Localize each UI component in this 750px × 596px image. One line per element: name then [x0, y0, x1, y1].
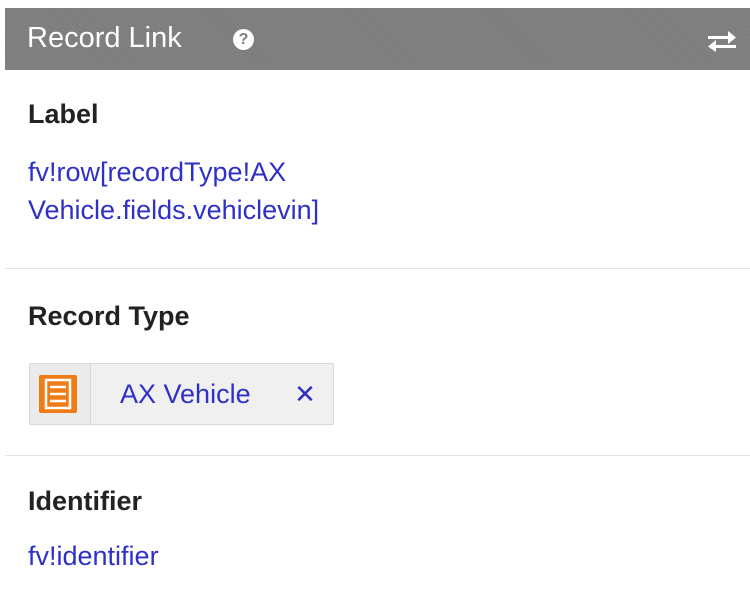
section-divider	[5, 268, 750, 269]
section-divider	[5, 455, 750, 456]
remove-record-type-icon[interactable]: ✕	[293, 380, 317, 408]
question-circle-icon[interactable]: ?	[233, 29, 254, 50]
record-type-section: Record Type	[28, 300, 750, 332]
header-title: Record Link	[27, 22, 182, 54]
swap-arrows-icon[interactable]	[706, 30, 738, 52]
record-type-chip[interactable]: AX Vehicle ✕	[29, 363, 334, 425]
identifier-expression[interactable]: fv!identifier	[28, 537, 750, 575]
label-expression-line2[interactable]: Vehicle.fields.vehiclevin]	[28, 191, 750, 229]
label-expression-line1[interactable]: fv!row[recordType!AX	[28, 153, 750, 191]
identifier-section: Identifier fv!identifier	[28, 485, 750, 575]
label-heading: Label	[28, 99, 99, 129]
label-section: Label fv!row[recordType!AX Vehicle.field…	[28, 98, 750, 229]
record-type-icon-box	[30, 364, 91, 424]
record-type-chip-label[interactable]: AX Vehicle	[120, 376, 251, 412]
record-type-heading: Record Type	[28, 301, 190, 331]
record-type-icon	[39, 375, 77, 413]
record-link-header: Record Link ?	[5, 8, 750, 70]
identifier-heading: Identifier	[28, 486, 143, 516]
label-expression[interactable]: fv!row[recordType!AX Vehicle.fields.vehi…	[28, 153, 750, 229]
